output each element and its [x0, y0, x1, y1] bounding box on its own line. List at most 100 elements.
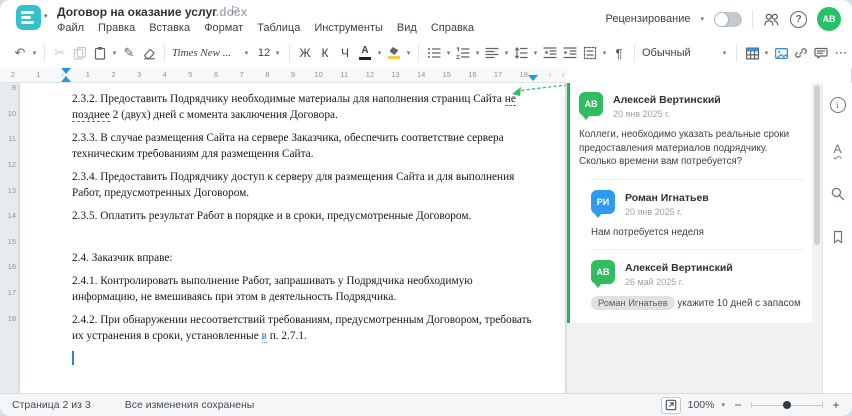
horizontal-ruler[interactable]: 21 1 2 3 4 5 6 7 8 9 10 11 12 13 14 15 16 17 18 [0, 68, 567, 83]
font-color-caret-icon[interactable]: ▾ [375, 42, 384, 64]
paragraph[interactable]: 2.3.5. Оплатить результат Работ в порядк… [72, 208, 536, 224]
line-spacing-caret-icon[interactable]: ▾ [531, 42, 540, 64]
favorite-flag-icon[interactable]: ⚐ [230, 4, 241, 18]
highlight-color-button[interactable] [384, 42, 404, 64]
insert-table-button[interactable] [742, 42, 762, 64]
document-workspace: 9 10 11 12 13 14 15 16 17 18 2.3.2. Предоставить … [0, 83, 852, 394]
paragraph[interactable]: 2.4.1. Контролировать выполнение Работ, … [72, 273, 536, 305]
ruler-number: 11 [331, 68, 358, 81]
clear-style-button[interactable] [139, 42, 159, 64]
font-color-button[interactable]: А [355, 42, 375, 64]
document-text[interactable]: 2.3.2. Предоставить Подрядчику необходим… [72, 91, 536, 367]
first-line-indent-marker[interactable] [61, 68, 71, 74]
menu-item[interactable]: Формат [204, 22, 243, 34]
right-indent-marker[interactable] [528, 75, 538, 81]
table-caret-icon[interactable]: ▾ [762, 42, 771, 64]
highlight-caret-icon[interactable]: ▾ [404, 42, 413, 64]
fit-to-width-button[interactable] [660, 396, 681, 414]
menu-item[interactable]: Правка [98, 22, 135, 34]
format-painter-button[interactable]: ✎ [119, 42, 139, 64]
paragraph-style-select[interactable]: Обычный ▾ [640, 42, 731, 64]
scrollbar-thumb[interactable] [814, 85, 820, 245]
comment-reply[interactable]: РИ Роман Игнатьев 20 янв 2025 г. Нам потр… [591, 189, 804, 240]
ruler-number: 2 [100, 68, 127, 81]
spellcheck-icon[interactable]: А [829, 140, 847, 158]
page-indicator[interactable]: Страница 2 из 3 [12, 399, 91, 411]
zoom-slider-thumb[interactable] [783, 401, 791, 409]
review-caret-icon[interactable]: ▾ [700, 15, 704, 23]
zoom-value[interactable]: 100% [688, 399, 715, 411]
paste-button[interactable] [90, 42, 110, 64]
left-indent-marker[interactable] [61, 76, 71, 82]
help-icon[interactable]: ? [790, 10, 807, 28]
decrease-indent-button[interactable] [540, 42, 560, 64]
insert-image-button[interactable] [771, 42, 791, 64]
font-name-caret-icon[interactable]: ▾ [242, 42, 251, 64]
bookmark-icon[interactable] [829, 228, 847, 246]
menu-item[interactable]: Вставка [149, 22, 190, 34]
line-spacing-button[interactable] [511, 42, 531, 64]
font-size-caret-icon[interactable]: ▾ [273, 42, 282, 64]
font-name-select[interactable]: Times New ... ▾ [170, 42, 253, 64]
show-paragraph-marks-button[interactable]: ¶ [609, 42, 629, 64]
app-menu-caret-icon[interactable]: ▾ [44, 12, 48, 20]
comment-divider [591, 178, 804, 180]
paragraph[interactable]: 2.4.2. При обнаружении несоответствий тр… [72, 312, 536, 344]
font-size-value: 12 [257, 47, 271, 59]
info-icon[interactable]: i [829, 96, 847, 114]
paragraph[interactable]: 2.3.4. Предоставить Подрядчику доступ к … [72, 169, 536, 201]
italic-button[interactable]: К [315, 42, 335, 64]
align-left-button[interactable] [482, 42, 502, 64]
undo-button[interactable]: ↶ [10, 42, 30, 64]
zoom-caret-icon[interactable]: ▾ [721, 401, 725, 409]
insert-comment-button[interactable] [811, 42, 831, 64]
borders-caret-icon[interactable]: ▾ [600, 42, 609, 64]
ruler-number: 9 [11, 83, 16, 92]
paragraph-borders-button[interactable] [580, 42, 600, 64]
cut-button[interactable]: ✂ [50, 42, 70, 64]
numbered-list-caret-icon[interactable]: ▾ [473, 42, 482, 64]
comment-reply[interactable]: АВ Алексей Вертинский 26 май 2025 г. Рома… [591, 260, 804, 311]
mention-pill[interactable]: Роман Игнатьев [591, 296, 675, 310]
comment-author: Алексей Вертинский [625, 262, 733, 274]
font-size-select[interactable]: 12 ▾ [253, 42, 284, 64]
numbered-list-button[interactable] [453, 42, 473, 64]
review-mode-label[interactable]: Рецензирование [606, 13, 691, 25]
document-page[interactable]: 2.3.2. Предоставить Подрядчику необходим… [20, 83, 565, 394]
insert-link-button[interactable] [791, 42, 811, 64]
ruler-number: 12 [357, 68, 383, 81]
zoom-in-button[interactable]: + [830, 398, 842, 412]
empty-paragraph[interactable] [72, 351, 536, 367]
more-tools-button[interactable]: ⋯ [831, 42, 851, 64]
menu-item[interactable]: Инструменты [314, 22, 383, 34]
underline-button[interactable]: Ч [335, 42, 355, 64]
bullet-list-caret-icon[interactable]: ▾ [444, 42, 453, 64]
style-caret-icon[interactable]: ▾ [720, 42, 729, 64]
paragraph[interactable]: 2.3.2. Предоставить Подрядчику необходим… [72, 91, 536, 123]
copy-button[interactable] [70, 42, 90, 64]
save-status: Все изменения сохранены [124, 399, 255, 411]
comment[interactable]: АВ Алексей Вертинский 20 янв 2025 г. Колл… [579, 92, 804, 169]
menu-item[interactable]: Вид [397, 22, 417, 34]
app-logo[interactable] [16, 5, 41, 30]
review-toggle[interactable] [714, 11, 742, 27]
bullet-list-button[interactable] [424, 42, 444, 64]
align-caret-icon[interactable]: ▾ [502, 42, 511, 64]
bold-button[interactable]: Ж [295, 42, 315, 64]
menu-item[interactable]: Справка [431, 22, 474, 34]
menu-item[interactable]: Таблица [257, 22, 300, 34]
collaboration-users-icon[interactable] [763, 12, 780, 27]
paragraph[interactable]: 2.4. Заказчик вправе: [72, 250, 536, 266]
user-avatar[interactable]: АВ [817, 7, 841, 31]
menu-item[interactable]: Файл [57, 22, 84, 34]
vertical-scrollbar[interactable] [812, 83, 822, 394]
zoom-out-button[interactable]: − [732, 398, 744, 412]
ruler-number: 14 [7, 211, 16, 221]
increase-indent-button[interactable] [560, 42, 580, 64]
comment-thread[interactable]: АВ Алексей Вертинский 20 янв 2025 г. Колл… [567, 83, 812, 323]
paragraph[interactable]: 2.3.3. В случае размещения Сайта на серв… [72, 130, 536, 162]
undo-caret-icon[interactable]: ▾ [30, 42, 39, 64]
paste-caret-icon[interactable]: ▾ [110, 42, 119, 64]
zoom-slider[interactable] [751, 400, 823, 410]
search-icon[interactable] [829, 184, 847, 202]
